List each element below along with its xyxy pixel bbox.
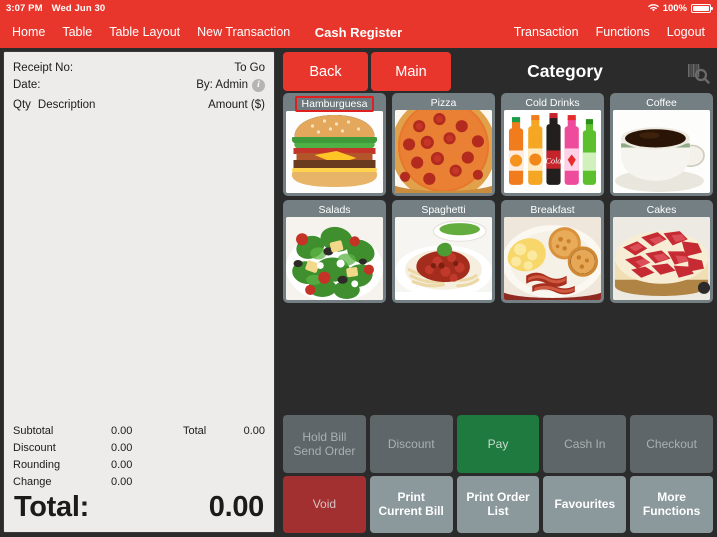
receipt-column-headers: Qty Description Amount ($) [4,94,274,114]
svg-text:Cola: Cola [546,157,562,166]
subtotal-value: 0.00 [111,425,133,437]
favourites-button[interactable]: Favourites [543,475,627,533]
category-title: Category [527,61,603,81]
category-tile-cold-drinks[interactable]: Cold Drinks Cola [501,93,604,196]
receipt-item-list[interactable] [4,114,274,423]
category-tile-breakfast[interactable]: Breakfast [501,200,604,303]
action-button-grid: Hold Bill Send Order Discount Pay Cash In… [279,415,717,533]
nav-item-home[interactable]: Home [12,25,45,39]
category-pane: Back Main Category Hamburguesa Pizza Col… [279,48,717,537]
wifi-icon [647,3,659,13]
column-header-amount: Amount ($) [208,99,265,111]
total-label: Total [183,425,207,437]
receipt-no-label: Receipt No: [13,62,74,74]
totals-row-discount: Discount 0.00 [13,440,265,457]
category-header: Back Main Category [279,48,717,95]
navbar-right-group: Transaction Functions Logout [514,25,717,39]
rounding-value: 0.00 [111,459,133,471]
discount-label: Discount [13,442,56,454]
category-tile-label: Cold Drinks [525,96,580,109]
soda-bottles-photo: Cola [504,110,601,193]
main-navbar: Home Table Table Layout New Transaction … [0,16,717,48]
hamburger-photo [286,111,383,193]
battery-icon [691,3,713,13]
column-header-qty: Qty [13,99,31,111]
navbar-left-group: Home Table Table Layout New Transaction [0,25,290,39]
category-tile-label: Cakes [646,203,677,216]
totals-row-subtotal: Subtotal 0.00 Total 0.00 [13,423,265,440]
breakfast-plate-photo [504,217,601,300]
category-tile-label: Pizza [430,96,457,109]
more-functions-button[interactable]: More Functions [630,475,713,533]
pay-button[interactable]: Pay [456,415,540,473]
receipt-no-value: To Go [234,62,265,74]
status-date: Wed Jun 30 [51,2,106,14]
total-value: 0.00 [243,425,265,437]
status-time: 3:07 PM [6,2,43,14]
info-icon[interactable]: i [252,79,265,92]
battery-percent-label: 100% [662,2,687,14]
receipt-no-row: Receipt No: To Go [13,60,265,77]
change-label: Change [13,476,52,488]
category-tile-label: Spaghetti [421,203,466,216]
hold-bill-send-order-button[interactable]: Hold Bill Send Order [283,415,366,473]
grand-total-value: 0.00 [208,491,265,523]
category-tile-label: Salads [318,203,351,216]
receipt-operator-value: By: Admin i [196,77,265,94]
receipt-date-label: Date: [13,79,41,91]
category-tile-salads[interactable]: Salads [283,200,386,303]
category-tile-cakes[interactable]: Cakes [610,200,713,303]
strawberry-cheesecake-photo [613,217,710,300]
totals-row-change: Change 0.00 [13,474,265,491]
nav-item-functions[interactable]: Functions [596,25,650,39]
grand-total-label: Total: [14,491,89,523]
ios-status-bar: 3:07 PM Wed Jun 30 100% [0,0,717,16]
cash-in-button[interactable]: Cash In [543,415,627,473]
column-header-description: Description [37,99,96,111]
nav-item-new-transaction[interactable]: New Transaction [197,25,290,39]
category-tile-label: Breakfast [530,203,575,216]
discount-button[interactable]: Discount [369,415,453,473]
barcode-scan-search-icon[interactable] [686,61,710,85]
receipt-operator-text: By: Admin [196,79,248,91]
category-tile-label: Coffee [646,96,677,109]
checkout-button[interactable]: Checkout [630,415,713,473]
print-order-list-button[interactable]: Print Order List [456,475,540,533]
main-button[interactable]: Main [371,52,451,91]
receipt-date-row: Date: By: Admin i [13,77,265,94]
spaghetti-bolognese-photo [395,217,492,300]
category-tile-label: Hamburguesa [294,96,375,112]
category-tile-pizza[interactable]: Pizza [392,93,495,196]
category-tile-coffee[interactable]: Coffee [610,93,713,196]
category-tile-grid: Hamburguesa Pizza Cold Drinks Cola Coffe… [279,93,717,358]
change-value: 0.00 [111,476,133,488]
receipt-header: Receipt No: To Go Date: By: Admin i [4,52,274,94]
nav-item-transaction[interactable]: Transaction [514,25,579,39]
back-button[interactable]: Back [283,52,368,91]
nav-item-table-layout[interactable]: Table Layout [109,25,180,39]
nav-item-table[interactable]: Table [62,25,92,39]
subtotal-label: Subtotal [13,425,54,437]
nav-item-logout[interactable]: Logout [667,25,705,39]
garden-salad-photo [286,217,383,300]
coffee-cup-photo [613,110,710,193]
discount-value: 0.00 [111,442,133,454]
rounding-label: Rounding [13,459,61,471]
status-right-cluster: 100% [647,2,713,14]
grand-total-row: Total: 0.00 [4,491,274,532]
pepperoni-pizza-photo [395,110,492,193]
receipt-panel: Receipt No: To Go Date: By: Admin i Qty … [3,51,275,533]
void-button[interactable]: Void [283,475,366,533]
cash-register-app: 3:07 PM Wed Jun 30 100% Home Table Table… [0,0,717,537]
print-current-bill-button[interactable]: Print Current Bill [369,475,453,533]
category-tile-hamburguesa[interactable]: Hamburguesa [283,93,386,196]
receipt-totals: Subtotal 0.00 Total 0.00 Discount 0.00 R… [4,423,274,491]
totals-row-rounding: Rounding 0.00 [13,457,265,474]
category-tile-spaghetti[interactable]: Spaghetti [392,200,495,303]
